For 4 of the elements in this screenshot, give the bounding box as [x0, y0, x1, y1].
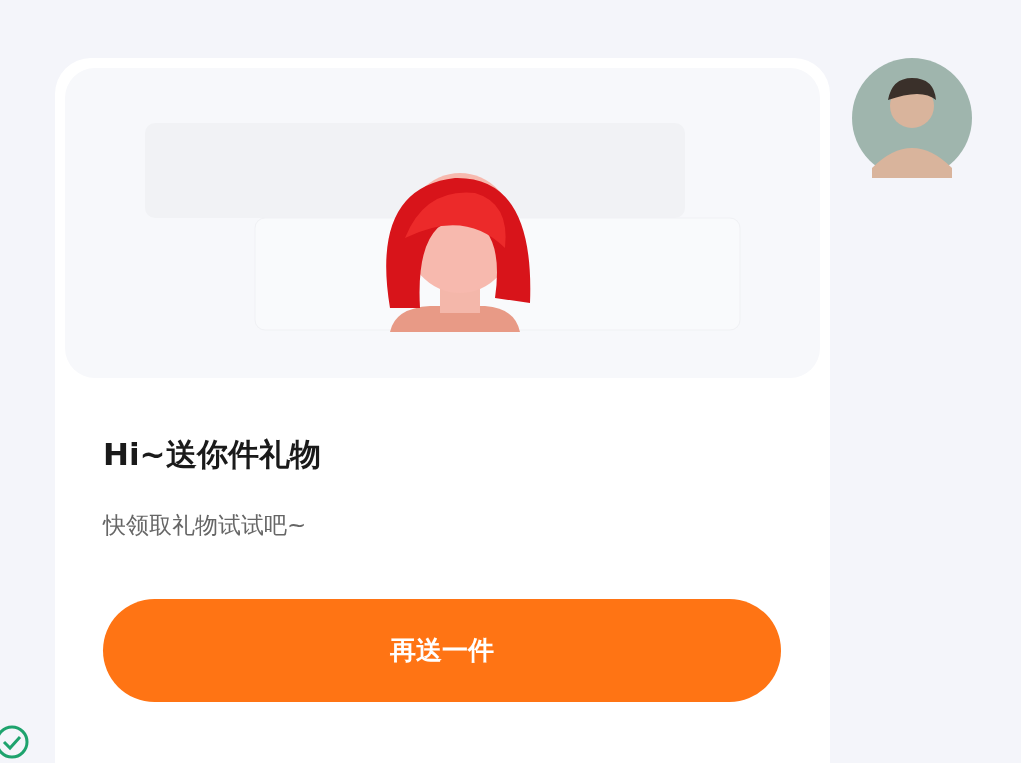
gift-title: Hi~送你件礼物 — [103, 435, 322, 474]
gift-subtitle: 快领取礼物试试吧~ — [103, 511, 308, 540]
send-again-button[interactable]: 再送一件 — [103, 599, 781, 702]
avatar[interactable] — [852, 58, 972, 178]
